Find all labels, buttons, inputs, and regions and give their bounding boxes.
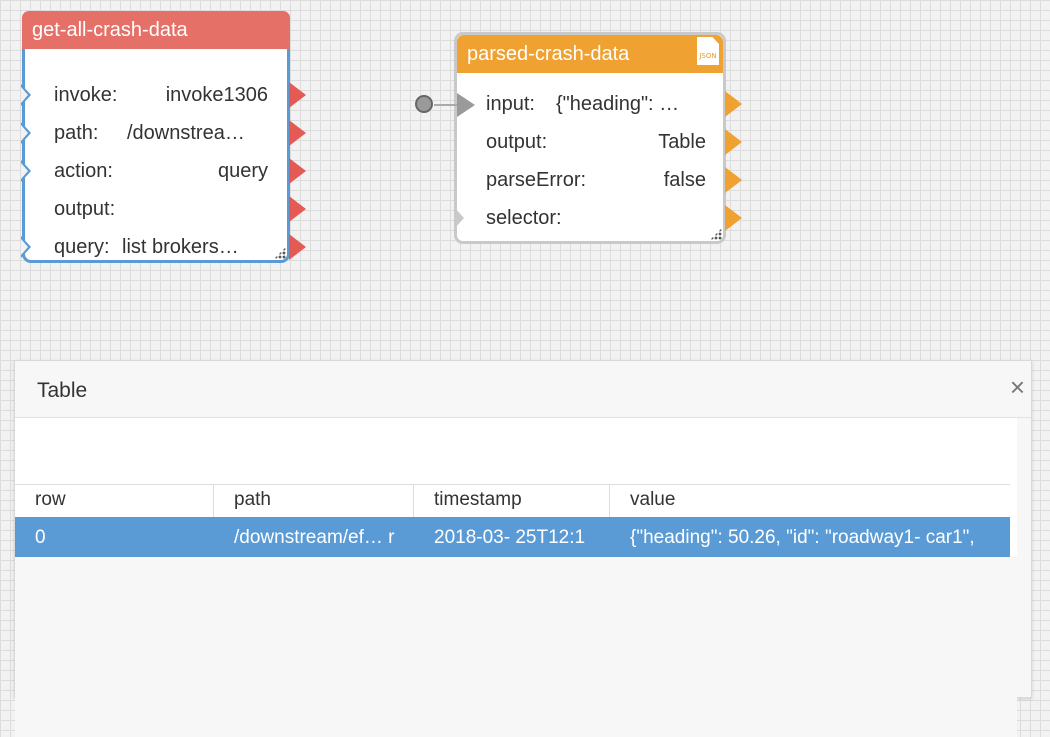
- block-title-text: parsed-crash-data: [467, 43, 630, 65]
- port-name: path:: [54, 122, 99, 144]
- block-parsed-crash-data[interactable]: parsed-crash-data JSON input: {"heading"…: [454, 32, 742, 244]
- input-notch-fill: [21, 125, 28, 141]
- output-port-icon[interactable]: [289, 234, 306, 260]
- table-panel: Table × row path timestamp value 0 /down…: [14, 360, 1032, 737]
- port-selector[interactable]: selector:: [454, 199, 742, 237]
- port-value: invoke1306: [165, 84, 268, 106]
- port-output[interactable]: output: Table: [454, 123, 742, 161]
- connection-line: [434, 104, 458, 106]
- input-notch-fill: [21, 163, 28, 179]
- port-invoke[interactable]: invoke: invoke1306: [21, 76, 306, 114]
- cell-path: /downstream/ef… roadway1/data/…: [234, 527, 395, 548]
- panel-header: Table ×: [15, 361, 1031, 418]
- output-port-icon[interactable]: [725, 129, 742, 155]
- output-port-icon[interactable]: [725, 205, 742, 231]
- output-port-icon[interactable]: [725, 167, 742, 193]
- output-port-icon[interactable]: [289, 120, 306, 146]
- output-port-icon[interactable]: [289, 158, 306, 184]
- cell-value: {"heading": 50.26, "id": "roadway1- car1…: [630, 527, 975, 548]
- port-name: input:: [486, 93, 535, 115]
- port-value: list brokers…: [122, 236, 239, 258]
- port-value: {"heading": …: [556, 93, 680, 115]
- cell-timestamp: 2018-03- 25T12:12:57.1…: [434, 527, 586, 548]
- port-name: action:: [54, 160, 113, 182]
- port-name: output:: [54, 198, 116, 220]
- column-header-timestamp[interactable]: timestamp: [414, 485, 610, 517]
- port-name: output:: [486, 131, 548, 153]
- table-container: row path timestamp value 0 /downstream/e…: [15, 418, 1017, 737]
- input-notch-icon: [454, 207, 464, 229]
- port-name: invoke:: [54, 84, 118, 106]
- column-header-row[interactable]: row: [15, 485, 214, 517]
- output-port-icon[interactable]: [289, 196, 306, 222]
- block-get-all-crash-data[interactable]: get-all-crash-data invoke: invoke1306 pa…: [21, 11, 306, 266]
- block-title[interactable]: get-all-crash-data: [22, 11, 290, 49]
- port-query[interactable]: query: list brokers…: [21, 228, 306, 266]
- input-notch-fill: [21, 87, 28, 103]
- table-header: row path timestamp value: [15, 484, 1010, 518]
- port-input[interactable]: input: {"heading": …: [454, 85, 742, 123]
- table-empty-area: [15, 557, 1017, 737]
- port-parse-error[interactable]: parseError: false: [454, 161, 742, 199]
- port-action[interactable]: action: query: [21, 152, 306, 190]
- connection-dot-icon[interactable]: [415, 95, 433, 113]
- input-arrow-icon: [457, 93, 475, 117]
- json-badge-label: JSON: [699, 52, 717, 60]
- output-port-icon[interactable]: [289, 82, 306, 108]
- port-value: query: [217, 160, 268, 182]
- block-title[interactable]: parsed-crash-data: [457, 35, 723, 73]
- port-output[interactable]: output:: [22, 190, 306, 228]
- cell-row: 0: [35, 527, 46, 548]
- port-name: selector:: [486, 207, 562, 229]
- panel-title: Table: [37, 379, 88, 402]
- table-row[interactable]: 0 /downstream/ef… roadway1/data/… 2018-0…: [15, 517, 1010, 557]
- close-icon[interactable]: ×: [1010, 373, 1025, 401]
- json-file-icon: JSON: [697, 37, 719, 65]
- port-name: query:: [54, 236, 110, 258]
- column-header-path[interactable]: path: [214, 485, 414, 517]
- port-value: Table: [658, 131, 706, 153]
- output-port-icon[interactable]: [725, 91, 742, 117]
- port-value: /downstrea…: [127, 122, 245, 144]
- port-value: false: [663, 169, 706, 191]
- input-notch-fill: [21, 239, 28, 255]
- column-header-value[interactable]: value: [610, 485, 1010, 517]
- port-path[interactable]: path: /downstrea…: [21, 114, 306, 152]
- port-name: parseError:: [486, 169, 587, 191]
